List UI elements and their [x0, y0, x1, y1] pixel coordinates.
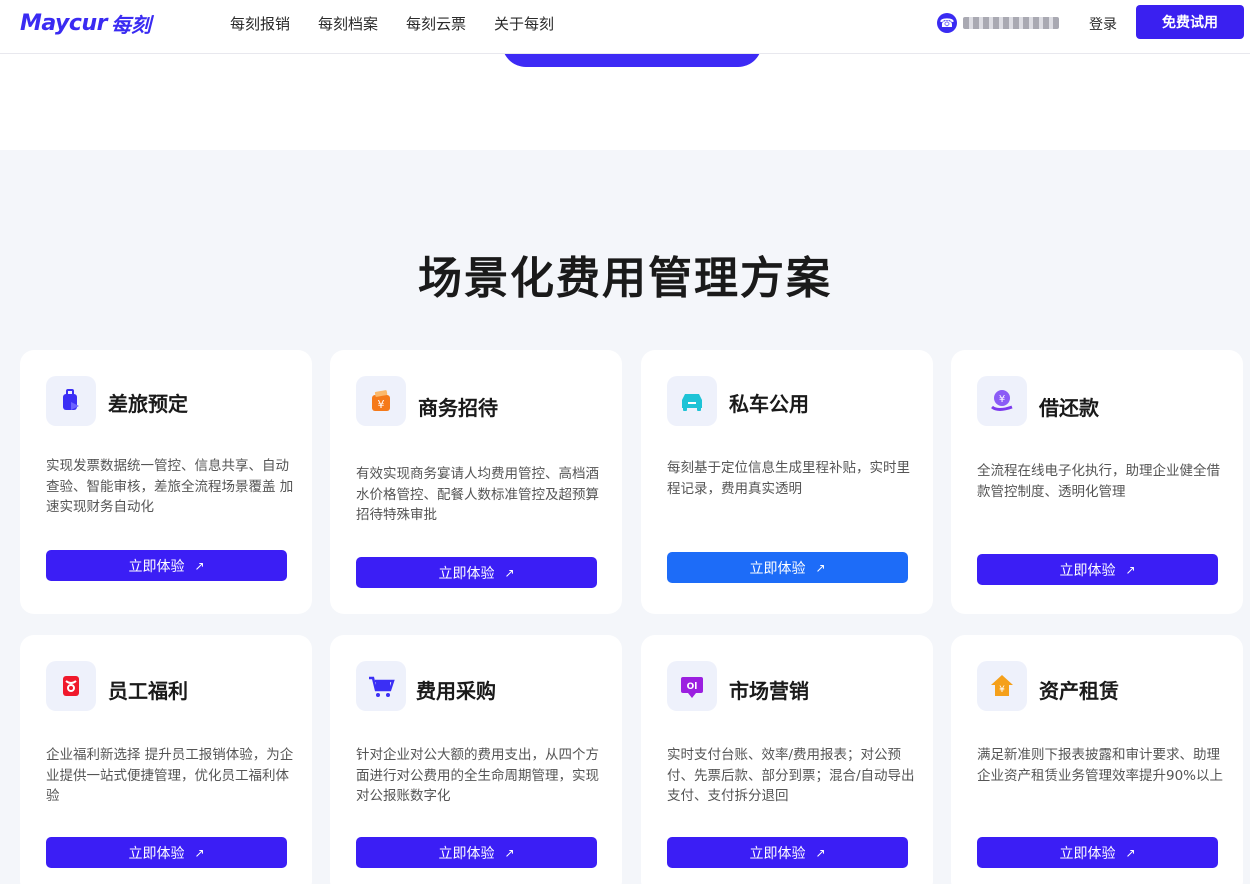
private-car-icon	[667, 376, 717, 426]
asset-leasing-icon: ¥	[977, 661, 1027, 711]
button-label: 立即体验	[1059, 562, 1116, 579]
card-description: 每刻基于定位信息生成里程补贴，实时里程记录，费用真实透明	[667, 460, 910, 497]
maycur-logo[interactable]: Maycur 每刻	[20, 9, 151, 38]
button-label: 立即体验	[749, 845, 806, 862]
arrow-up-right-icon: ↗	[1125, 845, 1136, 860]
section-title: 场景化费用管理方案	[418, 253, 832, 304]
card-travel-booking: 差旅预定 实现发票数据统一管控、信息共享、自动查验、智能审核，差旅全流程场景覆盖…	[20, 350, 312, 614]
arrow-up-right-icon: ↗	[815, 560, 826, 575]
try-now-button[interactable]: 立即体验 ↗	[667, 552, 908, 583]
try-now-button[interactable]: 立即体验 ↗	[667, 837, 908, 868]
marketing-icon: Ol	[667, 661, 717, 711]
button-label: 立即体验	[128, 845, 185, 862]
card-title: 市场营销	[729, 679, 809, 703]
scenario-section: 场景化费用管理方案 差旅预定 实现发票数据统一管控、信息共享、自动查验、智能审核…	[0, 150, 1250, 884]
arrow-up-right-icon: ↗	[194, 845, 205, 860]
button-label: 立即体验	[438, 565, 495, 582]
card-loan-repayment: ¥ 借还款 全流程在线电子化执行，助理企业健全借款管控制度、透明化管理 立即体验…	[951, 350, 1243, 614]
nav-item-about[interactable]: 关于每刻	[494, 13, 554, 34]
svg-text:Ol: Ol	[687, 682, 698, 692]
card-title: 资产租赁	[1039, 679, 1119, 703]
try-now-button[interactable]: 立即体验 ↗	[977, 554, 1218, 585]
try-now-button[interactable]: 立即体验 ↗	[356, 837, 597, 868]
button-label: 立即体验	[128, 558, 185, 575]
button-label: 立即体验	[749, 560, 806, 577]
logo-text: Maycur	[20, 11, 107, 36]
button-label: 立即体验	[1059, 845, 1116, 862]
card-marketing: Ol 市场营销 实时支付台账、效率/费用报表；对公预付、先票后款、部分到票；混合…	[641, 635, 933, 884]
svg-text:¥: ¥	[378, 398, 385, 411]
svg-text:¥: ¥	[999, 685, 1005, 695]
card-title: 员工福利	[108, 679, 188, 703]
card-description: 针对企业对公大额的费用支出，从四个方面进行对公费用的全生命周期管理，实现对公报账…	[356, 747, 599, 804]
card-description: 满足新准则下报表披露和审计要求、助理企业资产租赁业务管理效率提升90%以上	[977, 747, 1224, 784]
main-nav: 每刻报销 每刻档案 每刻云票 关于每刻	[230, 0, 554, 46]
card-asset-leasing: ¥ 资产租赁 满足新准则下报表披露和审计要求、助理企业资产租赁业务管理效率提升9…	[951, 635, 1243, 884]
card-title: 商务招待	[418, 396, 498, 420]
card-private-car: 私车公用 每刻基于定位信息生成里程补贴，实时里程记录，费用真实透明 立即体验 ↗	[641, 350, 933, 614]
arrow-up-right-icon: ↗	[504, 845, 515, 860]
card-employee-benefits: 员工福利 企业福利新选择 提升员工报销体验，为企业提供一站式便捷管理，优化员工福…	[20, 635, 312, 884]
card-title: 私车公用	[729, 392, 809, 416]
business-hospitality-icon: ¥	[356, 376, 406, 426]
loan-repayment-icon: ¥	[977, 376, 1027, 426]
travel-booking-icon	[46, 376, 96, 426]
card-business-hospitality: ¥ 商务招待 有效实现商务宴请人均费用管控、高档酒水价格管控、配餐人数标准管控及…	[330, 350, 622, 614]
svg-text:¥: ¥	[999, 394, 1005, 405]
card-description: 企业福利新选择 提升员工报销体验，为企业提供一站式便捷管理，优化员工福利体验	[46, 747, 294, 804]
arrow-up-right-icon: ↗	[504, 565, 515, 580]
card-expense-procurement: 费用采购 针对企业对公大额的费用支出，从四个方面进行对公费用的全生命周期管理，实…	[330, 635, 622, 884]
nav-item-archive[interactable]: 每刻档案	[318, 13, 378, 34]
logo-cn-text: 每刻	[110, 13, 151, 37]
card-description: 有效实现商务宴请人均费用管控、高档酒水价格管控、配餐人数标准管控及超预算招待特殊…	[356, 466, 599, 523]
free-trial-button[interactable]: 免费试用	[1136, 5, 1244, 39]
phone-icon: ☎	[937, 13, 957, 33]
login-link[interactable]: 登录	[1089, 14, 1117, 34]
card-title: 差旅预定	[108, 392, 188, 416]
card-description: 实现发票数据统一管控、信息共享、自动查验、智能审核，差旅全流程场景覆盖 加速实现…	[46, 458, 294, 515]
card-title: 借还款	[1039, 396, 1099, 420]
button-label: 立即体验	[438, 845, 495, 862]
try-now-button[interactable]: 立即体验 ↗	[356, 557, 597, 588]
arrow-up-right-icon: ↗	[1125, 562, 1136, 577]
try-now-button[interactable]: 立即体验 ↗	[46, 550, 287, 581]
nav-item-cloud-invoice[interactable]: 每刻云票	[406, 13, 466, 34]
arrow-up-right-icon: ↗	[815, 845, 826, 860]
phone-contact[interactable]: ☎	[937, 13, 1059, 33]
nav-item-reimbursement[interactable]: 每刻报销	[230, 13, 290, 34]
arrow-up-right-icon: ↗	[194, 558, 205, 573]
try-now-button[interactable]: 立即体验 ↗	[46, 837, 287, 868]
shopping-cart-icon	[356, 661, 406, 711]
card-title: 费用采购	[416, 679, 496, 703]
try-now-button[interactable]: 立即体验 ↗	[977, 837, 1218, 868]
employee-benefits-icon	[46, 661, 96, 711]
card-description: 全流程在线电子化执行，助理企业健全借款管控制度、透明化管理	[977, 463, 1220, 500]
card-description: 实时支付台账、效率/费用报表；对公预付、先票后款、部分到票；混合/自动导出支付、…	[667, 747, 915, 804]
phone-number-blurred	[963, 17, 1059, 29]
top-header: Maycur 每刻 每刻报销 每刻档案 每刻云票 关于每刻 ☎ 登录 免费试用	[0, 0, 1250, 54]
